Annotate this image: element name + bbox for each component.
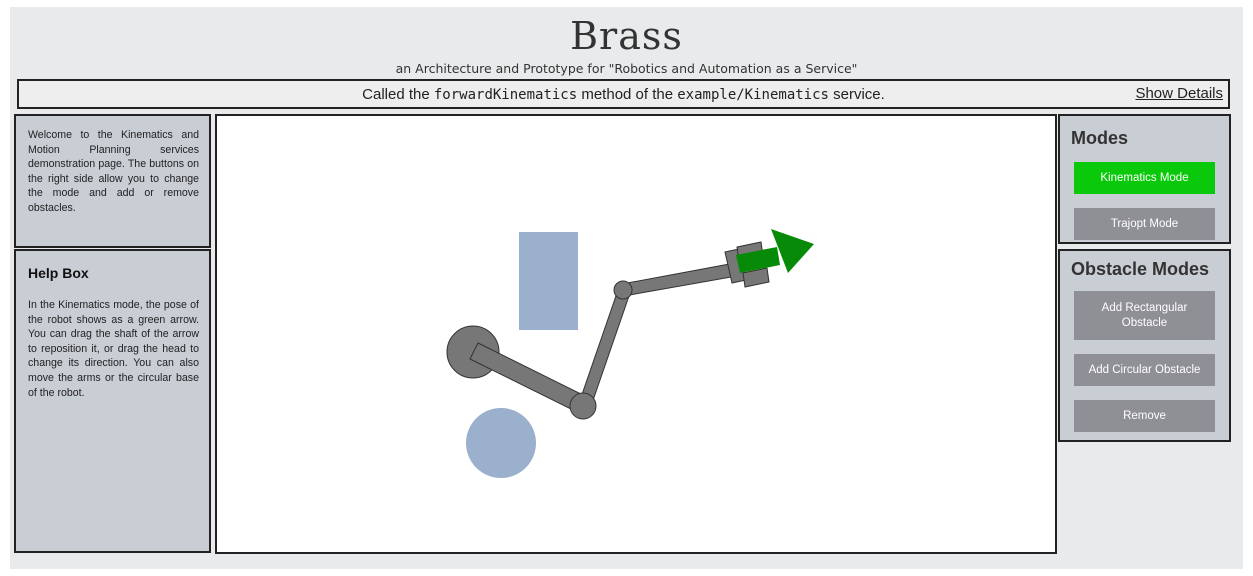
robot-joint-elbow[interactable]	[569, 392, 597, 420]
remove-obstacle-button[interactable]: Remove	[1074, 400, 1215, 432]
page-title: Brass	[570, 14, 683, 58]
status-suffix: service.	[833, 86, 885, 103]
modes-title: Modes	[1071, 128, 1129, 148]
help-text: In the Kinematics mode, the pose of the …	[28, 299, 199, 399]
help-title: Help Box	[28, 265, 89, 281]
rectangular-obstacle[interactable]	[519, 232, 578, 330]
obstacle-modes-panel: Obstacle Modes Add Rectangular Obstacle …	[1058, 249, 1231, 442]
robot-joint-wrist[interactable]	[613, 280, 633, 300]
page-subtitle: an Architecture and Prototype for "Robot…	[395, 61, 858, 76]
show-details-link[interactable]: Show Details	[1135, 85, 1223, 102]
robot-arm-2[interactable]	[577, 292, 630, 410]
obstacle-modes-title: Obstacle Modes	[1071, 259, 1210, 279]
workspace-svg[interactable]	[217, 116, 1055, 552]
status-service: example/Kinematics	[677, 87, 829, 103]
status-middle: method of the	[581, 86, 674, 103]
add-rectangular-obstacle-button[interactable]: Add Rectangular Obstacle	[1074, 291, 1215, 340]
workspace-canvas[interactable]	[215, 114, 1057, 554]
welcome-text: Welcome to the Kinematics and Motion Pla…	[28, 129, 199, 214]
status-prefix: Called the	[362, 86, 430, 103]
help-box: Help Box In the Kinematics mode, the pos…	[14, 249, 211, 553]
add-circular-obstacle-button[interactable]: Add Circular Obstacle	[1074, 354, 1215, 386]
welcome-panel: Welcome to the Kinematics and Motion Pla…	[14, 114, 211, 248]
kinematics-mode-button[interactable]: Kinematics Mode	[1074, 162, 1215, 194]
status-method: forwardKinematics	[433, 87, 578, 103]
status-message: Called the forwardKinematics method of t…	[19, 86, 1228, 103]
circular-obstacle[interactable]	[466, 408, 536, 478]
trajopt-mode-button[interactable]: Trajopt Mode	[1074, 208, 1215, 240]
status-bar: Called the forwardKinematics method of t…	[17, 79, 1230, 109]
robot-arm-3[interactable]	[621, 262, 738, 297]
modes-panel: Modes Kinematics Mode Trajopt Mode	[1058, 114, 1231, 244]
